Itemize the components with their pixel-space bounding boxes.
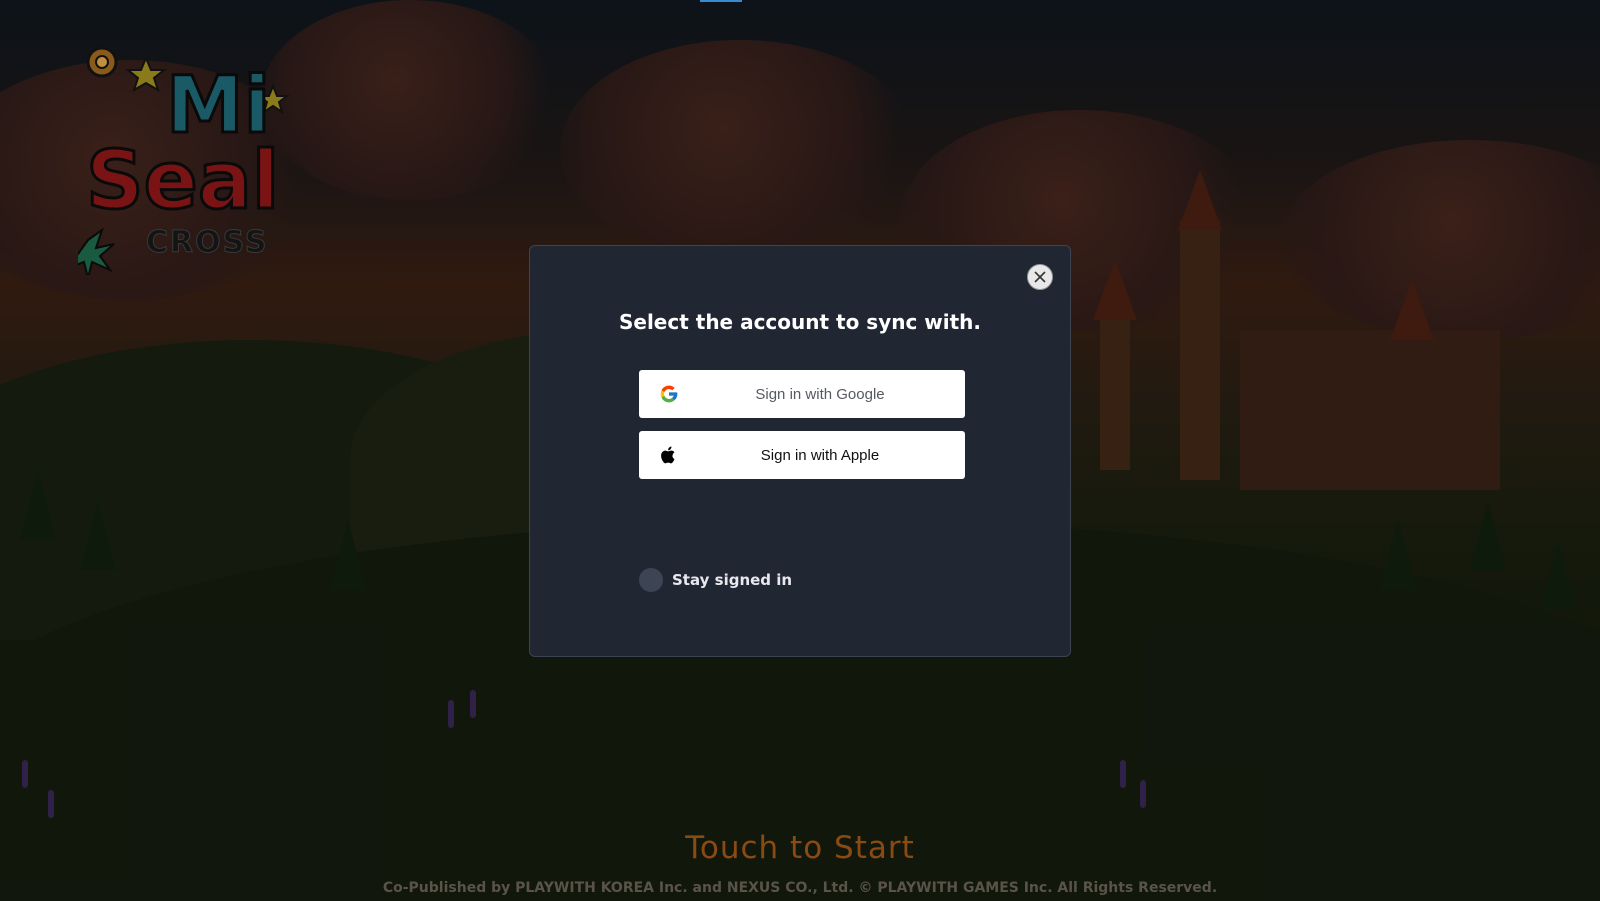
dialog-title: Select the account to sync with. <box>618 310 982 334</box>
close-icon <box>1034 271 1046 283</box>
stay-signed-in-label: Stay signed in <box>672 571 793 589</box>
logo-text-main: Seal <box>86 134 279 227</box>
stay-signed-in-option[interactable]: Stay signed in <box>639 568 792 592</box>
apple-icon <box>661 446 675 464</box>
logo-star-icon <box>125 55 167 93</box>
apple-button-label: Sign in with Apple <box>760 446 880 464</box>
google-button-label: Sign in with Google <box>755 385 885 403</box>
google-icon <box>660 385 678 403</box>
game-logo: Mi Seal CROSS <box>78 46 290 275</box>
logo-text-sub: CROSS <box>146 225 269 260</box>
sign-in-google-button[interactable]: Sign in with Google <box>639 370 965 418</box>
sign-in-apple-button[interactable]: Sign in with Apple <box>639 431 965 479</box>
logo-sparkle-icon <box>78 227 115 275</box>
copyright-text: Co-Published by PLAYWITH KOREA Inc. and … <box>382 880 1218 896</box>
top-tab-indicator <box>700 0 742 2</box>
stay-signed-in-checkbox[interactable] <box>639 568 663 592</box>
account-sync-dialog: Select the account to sync with. Sign in… <box>529 245 1071 657</box>
close-button[interactable] <box>1027 264 1053 290</box>
touch-to-start-label[interactable]: Touch to Start <box>0 830 1600 866</box>
